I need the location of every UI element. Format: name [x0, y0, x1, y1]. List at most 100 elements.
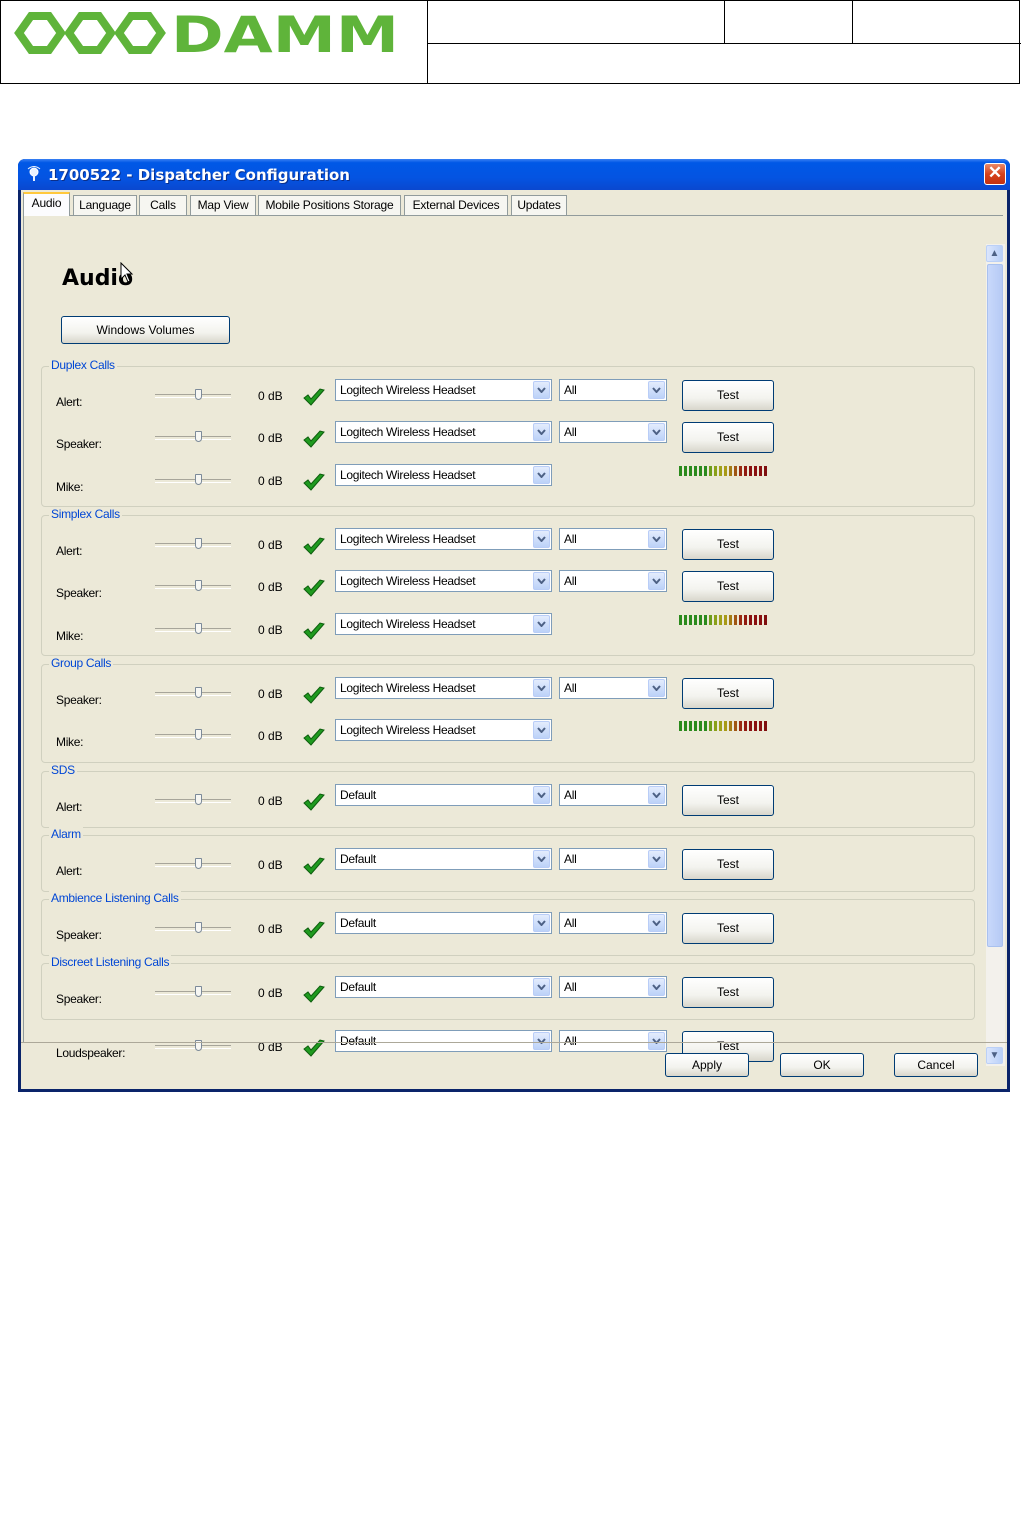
- chevron-down-icon[interactable]: [648, 381, 665, 399]
- volume-slider[interactable]: [155, 794, 231, 808]
- test-button[interactable]: Test: [682, 571, 774, 602]
- test-button[interactable]: Test: [682, 913, 774, 944]
- chevron-down-icon[interactable]: [533, 572, 550, 590]
- db-value: 0 dB: [258, 729, 283, 743]
- tab-audio[interactable]: Audio: [23, 192, 70, 216]
- device-select[interactable]: Default: [335, 1030, 552, 1052]
- chevron-down-icon[interactable]: [533, 615, 550, 633]
- ok-button[interactable]: OK: [780, 1053, 864, 1077]
- chevron-down-icon[interactable]: [648, 1032, 665, 1050]
- row-label: Speaker:: [56, 437, 102, 451]
- chevron-down-icon[interactable]: [648, 423, 665, 441]
- chevron-down-icon[interactable]: [648, 850, 665, 868]
- device-select[interactable]: Logitech Wireless Headset: [335, 464, 552, 486]
- cancel-button[interactable]: Cancel: [894, 1053, 978, 1077]
- volume-slider[interactable]: [155, 580, 231, 594]
- channel-select[interactable]: All: [559, 976, 667, 998]
- device-select-value: Logitech Wireless Headset: [340, 468, 476, 482]
- device-select[interactable]: Logitech Wireless Headset: [335, 677, 552, 699]
- chevron-down-icon[interactable]: [648, 978, 665, 996]
- chevron-down-icon[interactable]: [533, 466, 550, 484]
- channel-select[interactable]: All: [559, 421, 667, 443]
- chevron-down-icon[interactable]: [533, 850, 550, 868]
- chevron-down-icon[interactable]: [533, 679, 550, 697]
- test-button[interactable]: Test: [682, 785, 774, 816]
- tab-language[interactable]: Language: [73, 195, 137, 215]
- chevron-down-icon[interactable]: [533, 530, 550, 548]
- apply-button[interactable]: Apply: [665, 1053, 749, 1077]
- chevron-down-icon[interactable]: [533, 978, 550, 996]
- slider-thumb[interactable]: [195, 687, 202, 698]
- chevron-down-icon[interactable]: [648, 572, 665, 590]
- row-label: Mike:: [56, 629, 84, 643]
- chevron-down-icon[interactable]: [648, 786, 665, 804]
- tab-map-view[interactable]: Map View: [190, 195, 256, 215]
- slider-thumb[interactable]: [195, 986, 202, 997]
- chevron-down-icon[interactable]: [533, 914, 550, 932]
- slider-thumb[interactable]: [195, 538, 202, 549]
- slider-thumb[interactable]: [195, 922, 202, 933]
- volume-slider[interactable]: [155, 986, 231, 1000]
- volume-slider[interactable]: [155, 623, 231, 637]
- tab-updates[interactable]: Updates: [511, 195, 567, 215]
- test-button[interactable]: Test: [682, 849, 774, 880]
- slider-thumb[interactable]: [195, 858, 202, 869]
- channel-select[interactable]: All: [559, 784, 667, 806]
- test-button[interactable]: Test: [682, 422, 774, 453]
- tab-calls[interactable]: Calls: [139, 195, 187, 215]
- channel-select[interactable]: All: [559, 379, 667, 401]
- device-select[interactable]: Default: [335, 912, 552, 934]
- channel-select[interactable]: All: [559, 677, 667, 699]
- volume-slider[interactable]: [155, 687, 231, 701]
- channel-select[interactable]: All: [559, 570, 667, 592]
- device-select[interactable]: Default: [335, 784, 552, 806]
- chevron-down-icon[interactable]: [648, 679, 665, 697]
- slider-thumb[interactable]: [195, 474, 202, 485]
- volume-slider[interactable]: [155, 474, 231, 488]
- test-button[interactable]: Test: [682, 678, 774, 709]
- volume-slider[interactable]: [155, 431, 231, 445]
- vertical-scrollbar[interactable]: ▲ ▼: [986, 244, 1005, 1066]
- slider-thumb[interactable]: [195, 431, 202, 442]
- chevron-down-icon[interactable]: [648, 530, 665, 548]
- tab-external-devices[interactable]: External Devices: [404, 195, 508, 215]
- device-select[interactable]: Default: [335, 976, 552, 998]
- channel-select[interactable]: All: [559, 848, 667, 870]
- device-select[interactable]: Logitech Wireless Headset: [335, 719, 552, 741]
- slider-thumb[interactable]: [195, 794, 202, 805]
- slider-thumb[interactable]: [195, 389, 202, 400]
- device-select[interactable]: Logitech Wireless Headset: [335, 421, 552, 443]
- close-button[interactable]: ✕: [984, 163, 1006, 185]
- volume-slider[interactable]: [155, 389, 231, 403]
- windows-volumes-button[interactable]: Windows Volumes: [61, 316, 230, 344]
- channel-select[interactable]: All: [559, 912, 667, 934]
- test-button[interactable]: Test: [682, 977, 774, 1008]
- volume-slider[interactable]: [155, 922, 231, 936]
- chevron-down-icon[interactable]: [533, 721, 550, 739]
- channel-select[interactable]: All: [559, 1030, 667, 1052]
- slider-thumb[interactable]: [195, 729, 202, 740]
- scrollbar-thumb[interactable]: [987, 264, 1003, 947]
- chevron-down-icon[interactable]: [533, 786, 550, 804]
- device-select[interactable]: Logitech Wireless Headset: [335, 379, 552, 401]
- slider-thumb[interactable]: [195, 623, 202, 634]
- volume-slider[interactable]: [155, 858, 231, 872]
- chevron-down-icon[interactable]: [533, 423, 550, 441]
- chevron-down-icon[interactable]: [648, 914, 665, 932]
- scroll-up-button[interactable]: ▲: [986, 245, 1003, 262]
- title-bar[interactable]: 1700522 - Dispatcher Configuration ✕: [18, 159, 1010, 190]
- volume-slider[interactable]: [155, 729, 231, 743]
- chevron-down-icon[interactable]: [533, 1032, 550, 1050]
- test-button[interactable]: Test: [682, 529, 774, 560]
- device-select[interactable]: Logitech Wireless Headset: [335, 613, 552, 635]
- chevron-down-icon[interactable]: [533, 381, 550, 399]
- tab-mobile-positions-storage[interactable]: Mobile Positions Storage: [258, 195, 401, 215]
- test-button[interactable]: Test: [682, 380, 774, 411]
- device-select[interactable]: Logitech Wireless Headset: [335, 528, 552, 550]
- volume-slider[interactable]: [155, 538, 231, 552]
- device-select[interactable]: Logitech Wireless Headset: [335, 570, 552, 592]
- slider-thumb[interactable]: [195, 580, 202, 591]
- channel-select[interactable]: All: [559, 528, 667, 550]
- device-select[interactable]: Default: [335, 848, 552, 870]
- scroll-down-button[interactable]: ▼: [986, 1047, 1003, 1064]
